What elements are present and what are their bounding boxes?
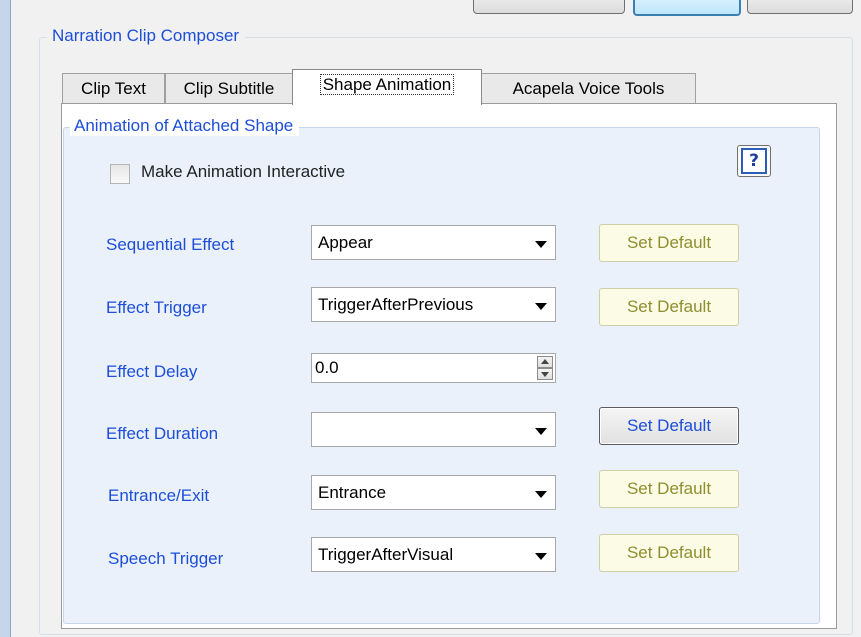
tab-shape-animation[interactable]: Shape Animation bbox=[292, 69, 482, 105]
speech-trigger-label: Speech Trigger bbox=[108, 549, 224, 568]
effect-trigger-dropdown[interactable]: TriggerAfterPrevious bbox=[311, 287, 556, 322]
make-animation-interactive-checkbox[interactable] bbox=[110, 164, 130, 184]
sequential-effect-value: Appear bbox=[318, 233, 373, 252]
top-dialog-button-3[interactable] bbox=[747, 0, 853, 14]
effect-delay-spinner[interactable]: 0.0 bbox=[311, 353, 556, 383]
speech-trigger-set-default-button[interactable]: Set Default bbox=[599, 534, 739, 572]
spinner-buttons bbox=[537, 356, 553, 380]
effect-delay-label: Effect Delay bbox=[106, 362, 198, 381]
spin-down-icon[interactable] bbox=[537, 368, 553, 380]
effect-delay-value: 0.0 bbox=[315, 358, 339, 377]
entrance-exit-dropdown[interactable]: Entrance bbox=[311, 475, 556, 510]
help-button[interactable]: ? bbox=[737, 145, 771, 177]
sequential-effect-dropdown[interactable]: Appear bbox=[311, 225, 556, 260]
chevron-down-icon bbox=[535, 491, 547, 498]
effect-trigger-set-default-button[interactable]: Set Default bbox=[599, 288, 739, 326]
effect-duration-label: Effect Duration bbox=[106, 424, 219, 443]
tab-clip-text[interactable]: Clip Text bbox=[62, 73, 165, 103]
chevron-down-icon bbox=[535, 303, 547, 310]
entrance-exit-value: Entrance bbox=[318, 483, 387, 502]
entrance-exit-set-default-button[interactable]: Set Default bbox=[599, 470, 739, 508]
top-dialog-button-1[interactable] bbox=[473, 0, 625, 14]
top-dialog-button-2[interactable] bbox=[633, 0, 741, 16]
chevron-down-icon bbox=[535, 553, 547, 560]
tab-clip-subtitle[interactable]: Clip Subtitle bbox=[165, 73, 293, 103]
animation-group-title: Animation of Attached Shape bbox=[70, 116, 300, 136]
tab-acapela-voice-tools[interactable]: Acapela Voice Tools bbox=[481, 73, 696, 103]
window-left-border bbox=[0, 0, 11, 637]
effect-trigger-value: TriggerAfterPrevious bbox=[318, 295, 474, 314]
entrance-exit-label: Entrance/Exit bbox=[108, 486, 210, 505]
spin-up-icon[interactable] bbox=[537, 356, 553, 368]
speech-trigger-dropdown[interactable]: TriggerAfterVisual bbox=[311, 537, 556, 572]
chevron-down-icon bbox=[535, 241, 547, 248]
make-animation-interactive-label: Make Animation Interactive bbox=[141, 162, 346, 181]
effect-duration-set-default-button[interactable]: Set Default bbox=[599, 407, 739, 445]
chevron-down-icon bbox=[535, 428, 547, 435]
question-mark-icon: ? bbox=[741, 148, 767, 174]
effect-duration-dropdown[interactable] bbox=[311, 412, 556, 447]
sequential-effect-label: Sequential Effect bbox=[106, 235, 235, 254]
sequential-effect-set-default-button[interactable]: Set Default bbox=[599, 224, 739, 262]
speech-trigger-value: TriggerAfterVisual bbox=[318, 545, 454, 564]
narration-clip-composer-title: Narration Clip Composer bbox=[47, 26, 246, 46]
effect-trigger-label: Effect Trigger bbox=[106, 298, 207, 317]
